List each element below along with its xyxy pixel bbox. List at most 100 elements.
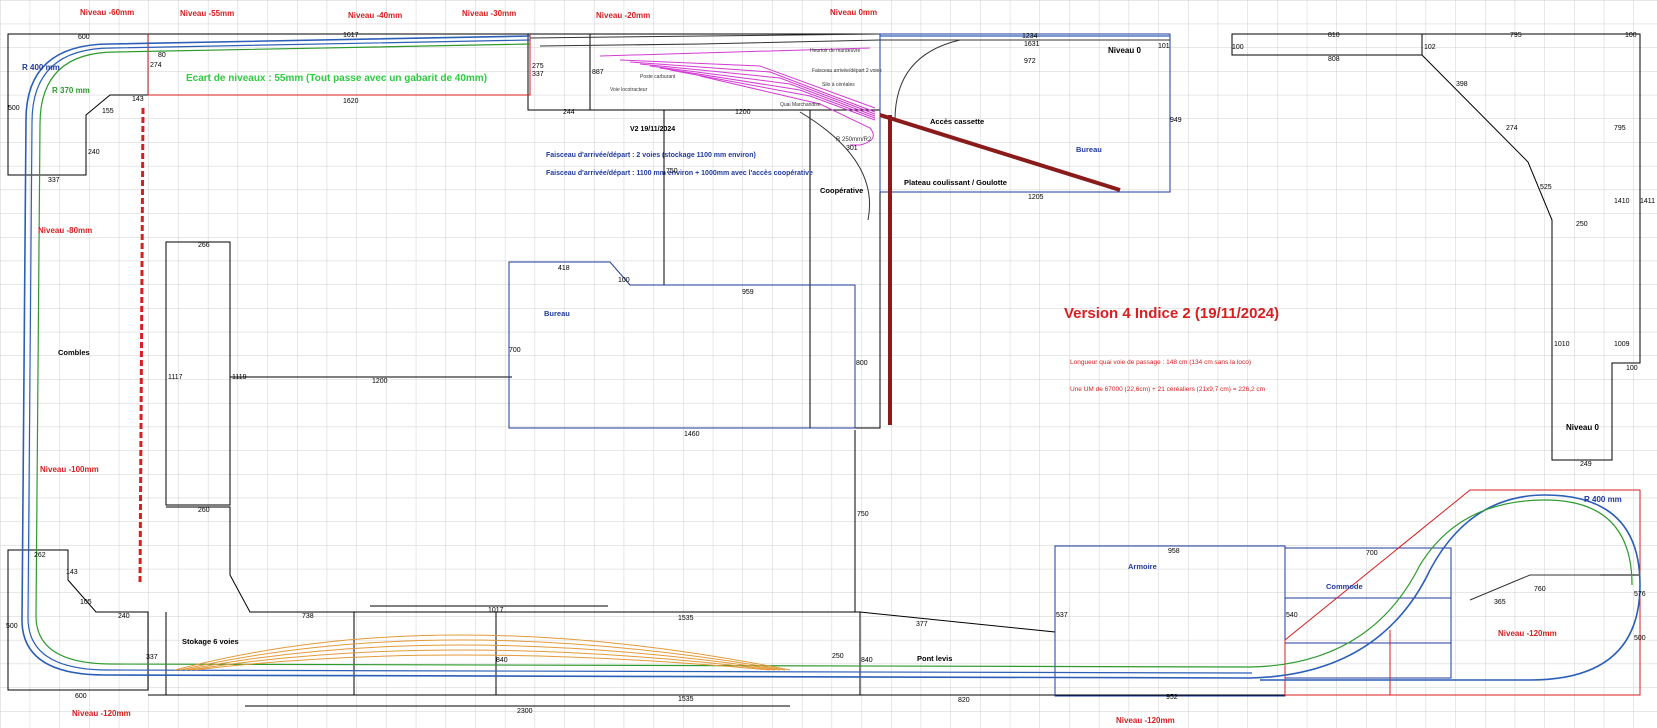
dim: 1234 bbox=[1022, 33, 1038, 40]
room-combles: Combles bbox=[58, 348, 90, 357]
dim: 365 bbox=[1494, 599, 1506, 606]
track-plan: Niveau -60mm Niveau -55mm Niveau -40mm N… bbox=[0, 0, 1657, 728]
dim: 337 bbox=[48, 177, 60, 184]
dim: 100 bbox=[1232, 44, 1244, 51]
dim: 244 bbox=[563, 109, 575, 116]
note-faisceau1: Faisceau d'arrivée/départ : 2 voies (sto… bbox=[546, 152, 756, 159]
level-n30: Niveau -30mm bbox=[462, 9, 516, 18]
dim: 249 bbox=[1580, 461, 1592, 468]
dim: 540 bbox=[1286, 612, 1298, 619]
dim: 1460 bbox=[684, 431, 700, 438]
level-n120a: Niveau -120mm bbox=[72, 709, 131, 718]
dim: 1631 bbox=[1024, 41, 1040, 48]
radius-r250: R 250mm/R2 bbox=[836, 137, 872, 143]
dim: 1620 bbox=[343, 98, 359, 105]
dim: 795 bbox=[1510, 32, 1522, 39]
dim: 1617 bbox=[343, 32, 359, 39]
dim: 808 bbox=[1328, 56, 1340, 63]
v2-note: V2 19/11/2024 bbox=[630, 126, 675, 133]
dim: 600 bbox=[75, 693, 87, 700]
dim: 100 bbox=[1626, 365, 1638, 372]
level-n80: Niveau -80mm bbox=[38, 226, 92, 235]
dim: 301 bbox=[846, 145, 858, 152]
room-pontlevis: Pont levis bbox=[917, 654, 952, 663]
dim: 250 bbox=[1576, 221, 1588, 228]
dim: 274 bbox=[150, 62, 162, 69]
level-n120c: Niveau -120mm bbox=[1498, 629, 1557, 638]
level-n20: Niveau -20mm bbox=[596, 11, 650, 20]
dim: 1009 bbox=[1614, 341, 1630, 348]
dim: 952 bbox=[1166, 694, 1178, 701]
room-bureau2: Bureau bbox=[1076, 145, 1102, 154]
station-poste: Poste carburant bbox=[640, 74, 676, 80]
dim: 800 bbox=[856, 360, 868, 367]
dim: 102 bbox=[1424, 44, 1436, 51]
dim: 1535 bbox=[678, 696, 694, 703]
level-n55: Niveau -55mm bbox=[180, 9, 234, 18]
dim: 795 bbox=[1614, 125, 1626, 132]
dim: 260 bbox=[198, 507, 210, 514]
dim: 810 bbox=[1328, 32, 1340, 39]
dim: 760 bbox=[1534, 586, 1546, 593]
room-acces: Accès cassette bbox=[930, 117, 984, 126]
dim: 377 bbox=[916, 621, 928, 628]
dim: 240 bbox=[118, 613, 130, 620]
dim: 143 bbox=[66, 569, 78, 576]
dim: 537 bbox=[1056, 612, 1068, 619]
dim: 262 bbox=[34, 552, 46, 559]
dim: 275 bbox=[532, 63, 544, 70]
level-n0top: Niveau 0mm bbox=[830, 8, 877, 17]
station-heurtoir: Heurtoir de manœuvre bbox=[810, 48, 861, 54]
dim: 100 bbox=[618, 277, 630, 284]
note-faisceau2: Faisceau d'arrivée/départ : 1100 mm envi… bbox=[546, 170, 813, 177]
dim: 1200 bbox=[735, 109, 751, 116]
dim: 100 bbox=[1625, 32, 1637, 39]
dim: 750 bbox=[857, 511, 869, 518]
room-armoire: Armoire bbox=[1128, 562, 1157, 571]
dim: 250 bbox=[832, 653, 844, 660]
room-cooperative: Coopérative bbox=[820, 186, 863, 195]
dim: 143 bbox=[132, 96, 144, 103]
dim: 1119 bbox=[232, 374, 247, 381]
dim: 750 bbox=[666, 168, 678, 175]
dim: 1535 bbox=[678, 615, 694, 622]
dim: 525 bbox=[1540, 184, 1552, 191]
level-n60: Niveau -60mm bbox=[80, 8, 134, 17]
dim: 500 bbox=[1634, 635, 1646, 642]
radius-r370: R 370 mm bbox=[52, 86, 90, 95]
dim: 240 bbox=[88, 149, 100, 156]
dim: 105 bbox=[80, 599, 92, 606]
dim: 949 bbox=[1170, 117, 1182, 124]
station-cereales: Silo à céréales bbox=[822, 82, 855, 88]
dim: 600 bbox=[78, 34, 90, 41]
level-n100: Niveau -100mm bbox=[40, 465, 99, 474]
dim: 700 bbox=[1366, 550, 1378, 557]
note-ecart: Ecart de niveaux : 55mm (Tout passe avec… bbox=[186, 73, 487, 84]
dim: 1017 bbox=[488, 607, 504, 614]
note-longueur: Longueur quai voie de passage : 148 cm (… bbox=[1070, 359, 1251, 366]
dim: 337 bbox=[146, 654, 158, 661]
dim: 700 bbox=[509, 347, 521, 354]
level-n40: Niveau -40mm bbox=[348, 11, 402, 20]
station-voie: Voie locotracteur bbox=[610, 87, 648, 93]
dim: 1410 bbox=[1614, 198, 1630, 205]
radius-r400b: R 400 mm bbox=[1584, 495, 1622, 504]
dim: 840 bbox=[496, 657, 508, 664]
dim: 1010 bbox=[1554, 341, 1570, 348]
level-n120b: Niveau -120mm bbox=[1116, 716, 1175, 725]
dim: 418 bbox=[558, 265, 570, 272]
dim: 1205 bbox=[1028, 194, 1044, 201]
dim: 840 bbox=[861, 657, 873, 664]
dim: 101 bbox=[1158, 43, 1170, 50]
room-commode: Commode bbox=[1326, 582, 1363, 591]
dim: 959 bbox=[742, 289, 754, 296]
station-quai: Quai Marchandise bbox=[780, 102, 821, 108]
dim: 1411 bbox=[1640, 198, 1655, 205]
dim: 972 bbox=[1024, 58, 1036, 65]
dim: 1117 bbox=[168, 374, 183, 381]
dim: 80 bbox=[158, 52, 166, 59]
dim: 500 bbox=[8, 105, 20, 112]
dim: 155 bbox=[102, 108, 114, 115]
room-bureau1: Bureau bbox=[544, 309, 570, 318]
room-plateau: Plateau coulissant / Goulotte bbox=[904, 178, 1007, 187]
